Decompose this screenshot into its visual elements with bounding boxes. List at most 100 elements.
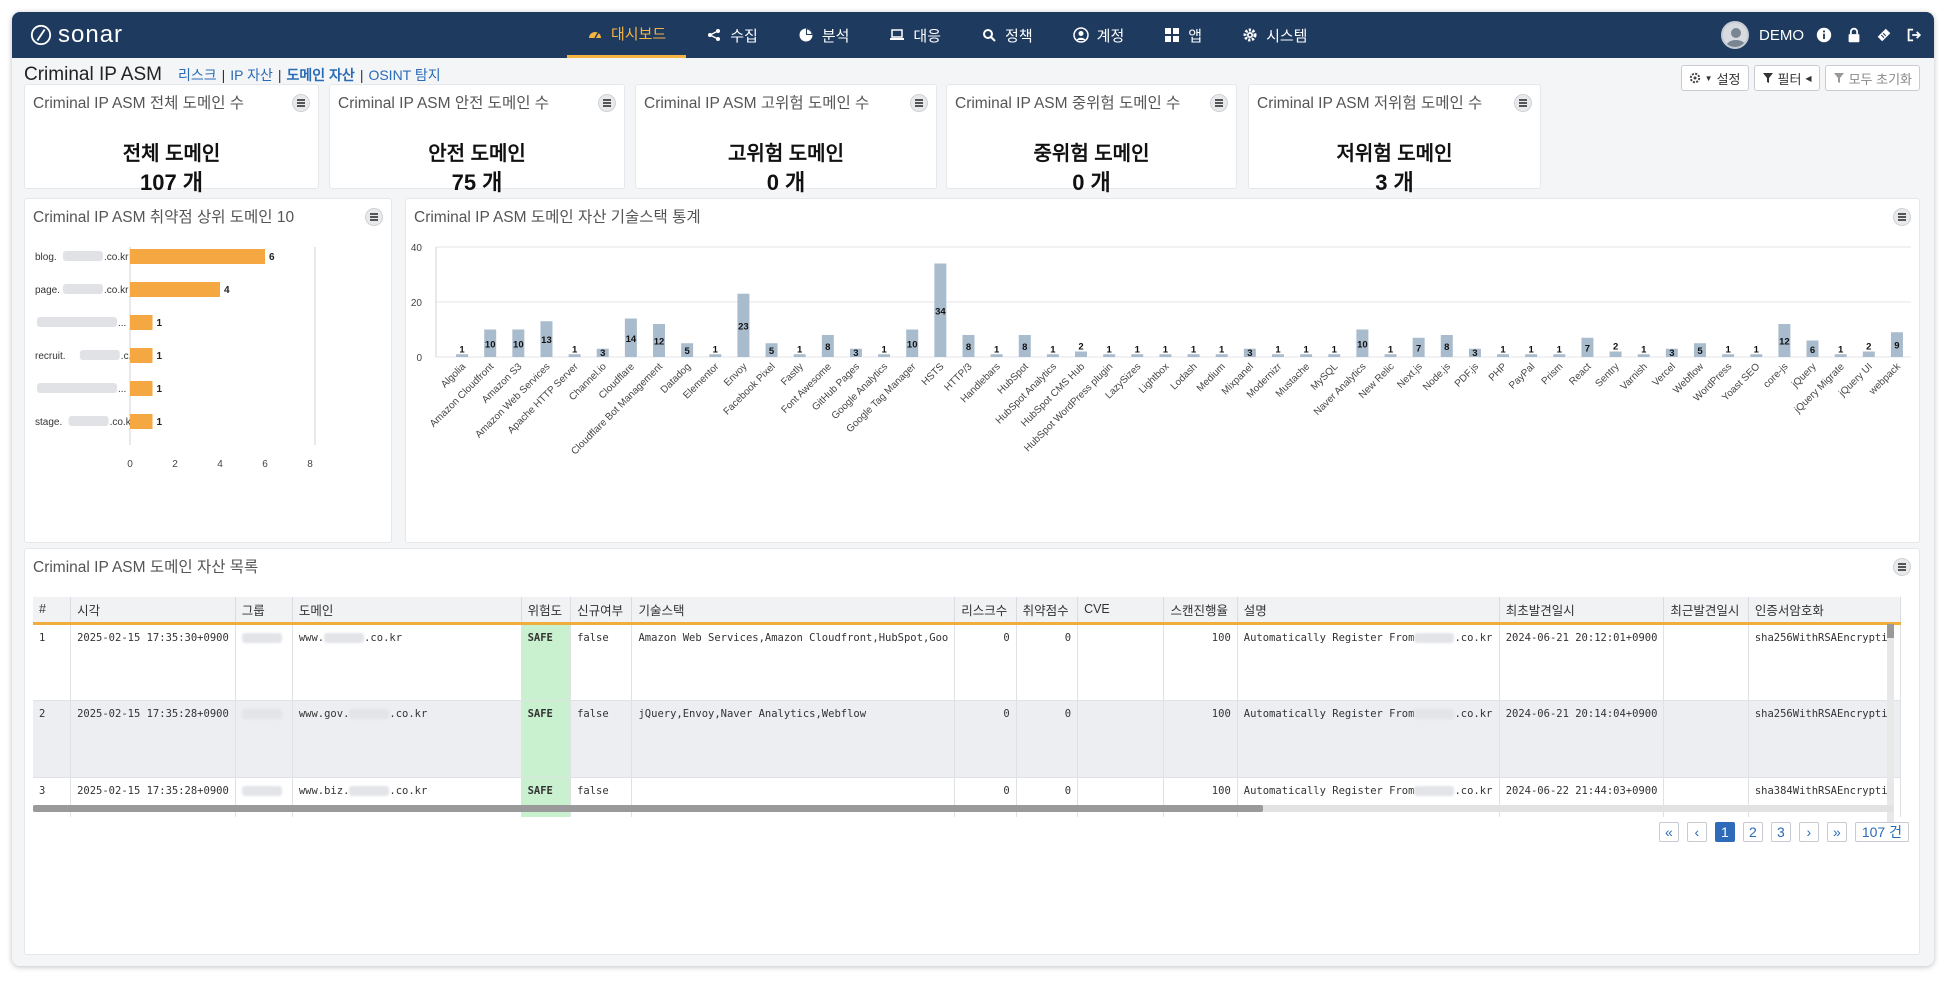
scrollbar-thumb[interactable] [1887,624,1894,638]
x-tick-label: 8 [307,459,313,470]
description-prefix: Automatically Register From [1243,631,1415,644]
nav-item-4[interactable]: 정책 [961,12,1053,58]
cell-cert: sha256WithRSAEncryptio [1748,623,1901,701]
bar[interactable] [130,249,265,264]
column-header[interactable]: 인증서암호화 [1748,597,1901,625]
bar-value-label: 1 [1725,344,1731,355]
redacted-text [37,317,117,327]
nav-item-3[interactable]: 대응 [869,12,961,58]
column-header[interactable]: 설명 [1237,597,1500,625]
vuln-top-domains-card: Criminal IP ASM 취약점 상위 도메인 10 blog. .co.k… [24,198,392,543]
share-icon [708,29,721,41]
lock-icon[interactable] [1844,25,1864,45]
user-area: DEMO [1721,12,1924,58]
info-icon[interactable] [1814,25,1834,45]
page-number-button[interactable]: 3 [1770,822,1791,842]
first-page-button[interactable]: « [1658,822,1679,842]
column-header[interactable]: # [33,597,72,625]
table-row[interactable]: 2 2025-02-15 17:35:28+0900 www.gov. .co.kr S… [33,700,1901,778]
menu-icon[interactable] [292,94,310,112]
column-header[interactable]: 신규여부 [570,597,633,625]
cell-domain[interactable]: www.gov. .co.kr [292,700,522,778]
filter-button[interactable]: 필터 ◀ [1753,65,1820,91]
last-page-button[interactable]: » [1826,822,1847,842]
page-title: Criminal IP ASM [24,64,162,85]
stat-card: Criminal IP ASM 중위험 도메인 수 중위험 도메인 0 개 [946,84,1237,195]
reset-all-button[interactable]: 모두 초기화 [1824,65,1920,91]
nav-item-7[interactable]: 시스템 [1222,12,1327,58]
cell-scan-progress: 100 [1163,623,1238,701]
menu-icon[interactable] [910,94,928,112]
menu-icon[interactable] [1210,94,1228,112]
next-page-button[interactable]: › [1798,822,1819,842]
x-tick-label: PHP [1487,361,1510,384]
column-header[interactable]: 시각 [70,597,236,625]
cell-last-seen [1663,623,1749,701]
column-header[interactable]: CVE [1077,597,1165,625]
column-header[interactable]: 취약점수 [1016,597,1079,625]
scrollbar-thumb[interactable] [33,805,1263,812]
bar-value-label: 12 [654,337,665,348]
breadcrumb-link[interactable]: 도메인 자산 [287,67,355,83]
x-tick-label: 6 [262,459,268,470]
bar[interactable] [130,282,220,297]
user-name[interactable]: DEMO [1759,27,1804,44]
category-suffix: ... [118,384,126,395]
page-number-button[interactable]: 2 [1742,822,1763,842]
avatar[interactable] [1721,21,1749,49]
domain-suffix: .co.kr [364,631,403,644]
column-header[interactable]: 스캔진행율 [1163,597,1238,625]
bar-value-label: 1 [572,344,578,355]
cell-index: 2 [33,700,72,778]
logout-icon[interactable] [1904,25,1924,45]
cell-first-seen: 2024-06-21 20:14:04+0900 [1499,700,1665,778]
stat-label: 고위험 도메인 [728,143,844,165]
column-header[interactable]: 리스크수 [954,597,1017,625]
ticket-icon[interactable] [1874,25,1894,45]
bar-value-label: 1 [1135,344,1141,355]
nav-item-2[interactable]: 분석 [778,12,870,58]
page-number-button[interactable]: 1 [1714,822,1735,842]
menu-icon[interactable] [1893,208,1911,226]
settings-button[interactable]: ▼ 설정 [1680,65,1749,91]
column-header[interactable]: 최초발견일시 [1499,597,1665,625]
breadcrumb-link[interactable]: IP 자산 [230,67,273,83]
column-header[interactable]: 기술스택 [631,597,956,625]
menu-icon[interactable] [365,208,383,226]
nav-item-0[interactable]: 대시보드 [567,12,687,58]
column-header[interactable]: 최근발견일시 [1663,597,1749,625]
cell-domain[interactable]: www. .co.kr [292,623,522,701]
bar-value-label: 1 [1050,344,1056,355]
horizontal-scrollbar[interactable] [33,805,1893,812]
bar[interactable] [130,315,153,330]
bar-value-label: 1 [797,344,803,355]
bar-value-label: 6 [1810,345,1815,356]
stat-value: 75 개 [451,170,503,195]
column-header[interactable]: 그룹 [235,597,293,625]
column-header[interactable]: 위험도 [521,597,572,625]
menu-icon[interactable] [1893,558,1911,576]
menu-icon[interactable] [1514,94,1532,112]
column-header[interactable]: 도메인 [292,597,522,625]
bar[interactable] [130,348,153,363]
breadcrumb-link[interactable]: OSINT 탐지 [368,67,440,83]
breadcrumb-link[interactable]: 리스크 [178,67,217,83]
vertical-scrollbar[interactable] [1887,624,1894,822]
stat-value: 107 개 [139,170,204,195]
cell-risk-count: 0 [954,623,1017,701]
app-logo[interactable]: sonar [30,21,123,49]
bar[interactable] [130,381,153,396]
stat-value: 0 개 [1072,170,1111,195]
bar[interactable] [130,414,153,429]
table-row[interactable]: 1 2025-02-15 17:35:30+0900 www. .co.kr SAFE f… [33,623,1901,701]
bar-value-label: 3 [600,348,605,359]
nav-item-1[interactable]: 수집 [686,12,778,58]
prev-page-button[interactable]: ‹ [1686,822,1707,842]
gear-icon [1243,28,1257,42]
nav-item-5[interactable]: 계정 [1053,12,1145,58]
breadcrumb-separator: | [221,67,226,83]
cell-risk-count: 0 [954,700,1017,778]
category-suffix: ... [118,318,126,329]
menu-icon[interactable] [598,94,616,112]
nav-item-6[interactable]: 앱 [1144,12,1222,58]
